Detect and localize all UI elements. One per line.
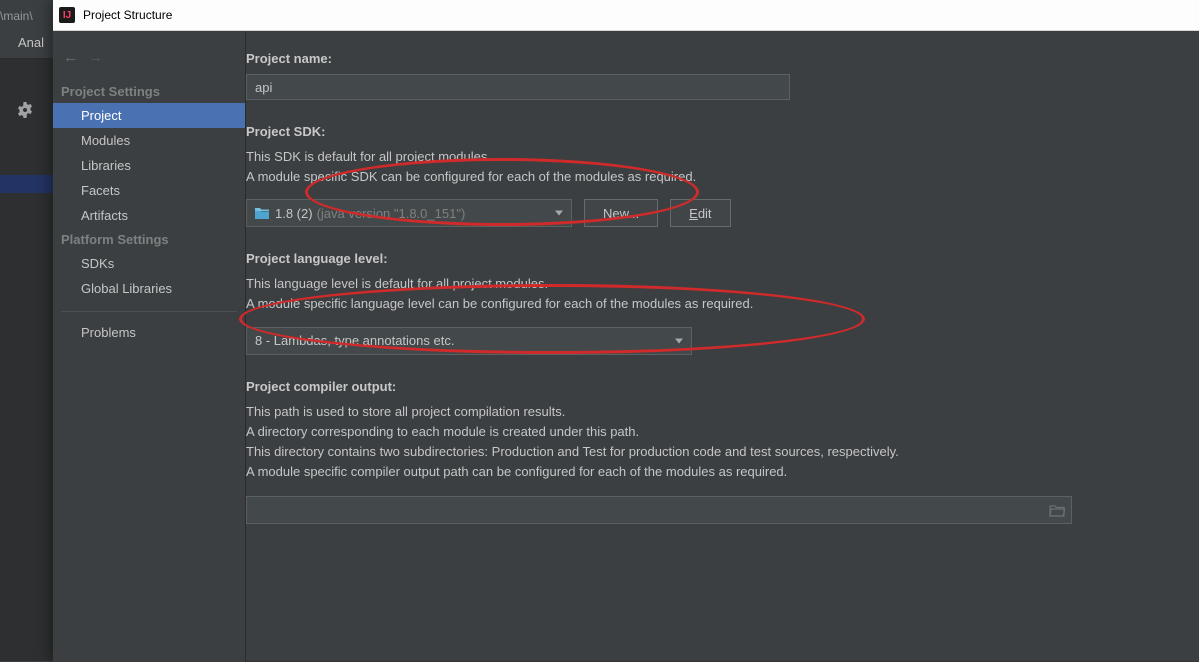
ide-selected-tool-strip xyxy=(0,175,53,193)
language-level-desc1: This language level is default for all p… xyxy=(246,274,1173,294)
project-name-label: Project name: xyxy=(246,51,1173,66)
project-name-section: Project name: xyxy=(246,51,1173,100)
compiler-output-desc2: A directory corresponding to each module… xyxy=(246,422,1173,442)
sdk-dropdown-value: 1.8 (2) xyxy=(275,206,313,221)
compiler-output-desc3: This directory contains two subdirectori… xyxy=(246,442,1173,462)
sidebar-item-label: SDKs xyxy=(81,256,114,271)
sidebar-item-global-libraries[interactable]: Global Libraries xyxy=(53,276,245,301)
language-level-section: Project language level: This language le… xyxy=(246,251,1173,354)
project-sdk-label: Project SDK: xyxy=(246,124,1173,139)
project-sdk-dropdown[interactable]: 1.8 (2) (java version "1.8.0_151") xyxy=(246,199,572,227)
dialog-title: Project Structure xyxy=(83,8,172,22)
ide-background-strip: \main\ Anal xyxy=(0,0,53,661)
folder-icon xyxy=(255,208,269,219)
dialog-content: Project name: Project SDK: This SDK is d… xyxy=(246,31,1199,662)
sidebar-item-label: Problems xyxy=(81,325,136,340)
sidebar-item-artifacts[interactable]: Artifacts xyxy=(53,203,245,228)
sidebar-item-label: Modules xyxy=(81,133,130,148)
forward-arrow-icon: → xyxy=(88,49,103,66)
compiler-output-desc1: This path is used to store all project c… xyxy=(246,402,1173,422)
new-sdk-button[interactable]: New... xyxy=(584,199,658,227)
folder-open-icon[interactable] xyxy=(1049,503,1065,517)
project-sdk-desc2: A module specific SDK can be configured … xyxy=(246,167,1173,187)
ide-toolbar-fragment: \main\ Anal xyxy=(0,0,53,59)
sidebar-item-label: Global Libraries xyxy=(81,281,172,296)
chevron-down-icon xyxy=(675,338,683,343)
sidebar-item-label: Artifacts xyxy=(81,208,128,223)
project-structure-dialog: IJ Project Structure ← → Project Setting… xyxy=(53,0,1199,661)
compiler-output-label: Project compiler output: xyxy=(246,379,1173,394)
back-arrow-icon[interactable]: ← xyxy=(63,49,78,66)
sidebar-item-facets[interactable]: Facets xyxy=(53,178,245,203)
sidebar-heading-project-settings: Project Settings xyxy=(53,80,245,103)
dialog-titlebar[interactable]: IJ Project Structure xyxy=(53,0,1199,31)
compiler-output-section: Project compiler output: This path is us… xyxy=(246,379,1173,525)
sidebar-item-libraries[interactable]: Libraries xyxy=(53,153,245,178)
sidebar-item-label: Project xyxy=(81,108,121,123)
sidebar-item-label: Libraries xyxy=(81,158,131,173)
language-level-dropdown[interactable]: 8 - Lambdas, type annotations etc. xyxy=(246,327,692,355)
ide-path-fragment: \main\ xyxy=(0,9,33,23)
language-level-label: Project language level: xyxy=(246,251,1173,266)
project-sdk-desc1: This SDK is default for all project modu… xyxy=(246,147,1173,167)
edit-sdk-button[interactable]: Edit xyxy=(670,199,730,227)
sidebar-item-sdks[interactable]: SDKs xyxy=(53,251,245,276)
language-level-value: 8 - Lambdas, type annotations etc. xyxy=(255,333,454,348)
sidebar-item-label: Facets xyxy=(81,183,120,198)
gear-icon[interactable] xyxy=(15,100,35,120)
language-level-desc2: A module specific language level can be … xyxy=(246,294,1173,314)
compiler-output-path-input[interactable] xyxy=(246,496,1072,524)
sidebar-item-problems[interactable]: Problems xyxy=(53,320,245,345)
compiler-output-desc4: A module specific compiler output path c… xyxy=(246,462,1173,482)
project-sdk-section: Project SDK: This SDK is default for all… xyxy=(246,124,1173,227)
sidebar-item-project[interactable]: Project xyxy=(53,103,245,128)
nav-history: ← → xyxy=(53,49,245,80)
intellij-icon: IJ xyxy=(59,7,75,23)
sdk-dropdown-version: (java version "1.8.0_151") xyxy=(317,206,466,221)
chevron-down-icon xyxy=(555,211,563,216)
ide-menu-fragment: Anal xyxy=(18,35,44,50)
project-name-input[interactable] xyxy=(246,74,790,100)
sidebar-divider xyxy=(61,311,237,312)
sidebar-item-modules[interactable]: Modules xyxy=(53,128,245,153)
sidebar-heading-platform-settings: Platform Settings xyxy=(53,228,245,251)
dialog-sidebar: ← → Project Settings Project Modules Lib… xyxy=(53,31,246,662)
